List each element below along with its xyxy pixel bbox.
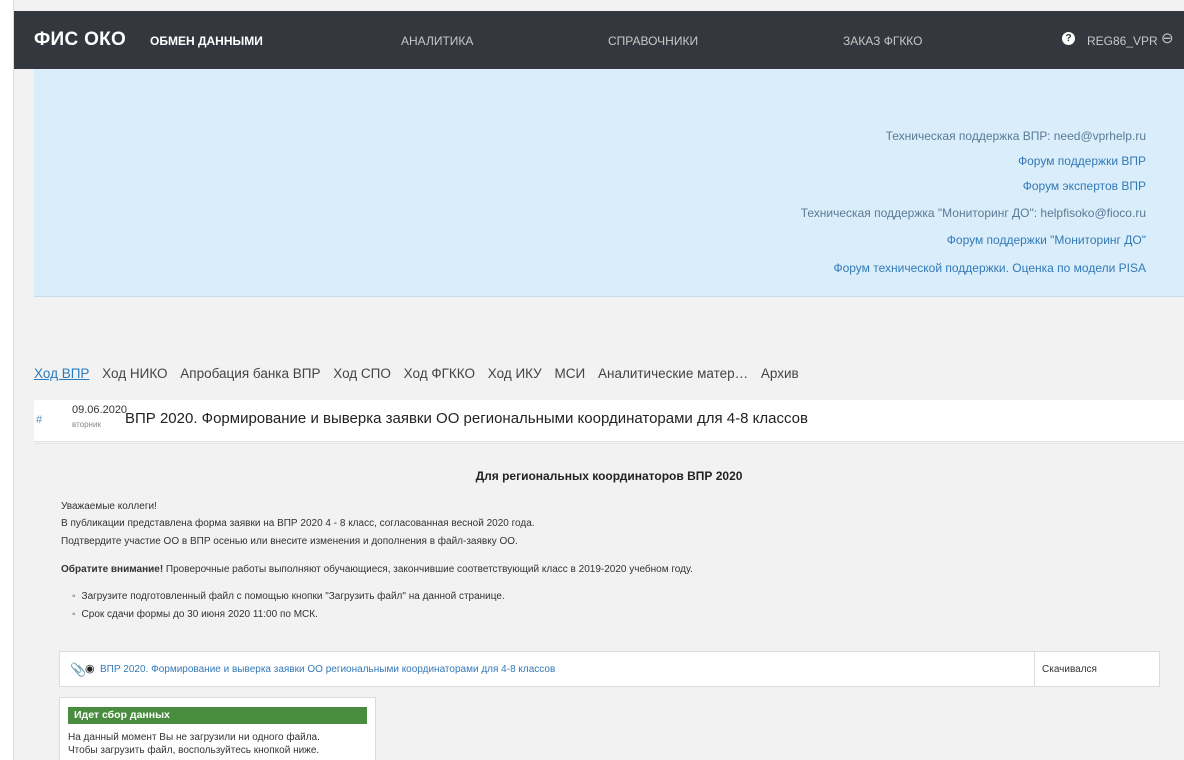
support-info-panel: Техническая поддержка ВПР: need@vprhelp.… bbox=[34, 69, 1184, 297]
publication-content: Для региональных координаторов ВПР 2020 … bbox=[34, 443, 1184, 760]
tab-approbation[interactable]: Апробация банка ВПР bbox=[180, 366, 320, 381]
forum-vpr-support-link[interactable]: Форум поддержки ВПР bbox=[1018, 154, 1146, 168]
forum-monitoring-link[interactable]: Форум поддержки "Мониторинг ДО" bbox=[947, 233, 1146, 247]
tab-hod-fgkko[interactable]: Ход ФГККО bbox=[404, 366, 475, 381]
brand-logo[interactable]: ФИС ОКО bbox=[34, 29, 126, 51]
tab-archive[interactable]: Архив bbox=[761, 366, 799, 381]
greeting-text: Уважаемые коллеги! bbox=[61, 501, 157, 512]
eye-icon[interactable]: ◉ bbox=[85, 662, 95, 675]
tab-msi[interactable]: МСИ bbox=[555, 366, 586, 381]
hash-link-icon[interactable]: # bbox=[36, 414, 42, 426]
tabs-bar: Ход ВПР Ход НИКО Апробация банка ВПР Ход… bbox=[34, 366, 808, 381]
status-badge: Идет сбор данных bbox=[68, 707, 367, 724]
column-divider bbox=[1034, 652, 1035, 686]
publication-date: 09.06.2020 bbox=[72, 404, 128, 416]
tab-hod-niko[interactable]: Ход НИКО bbox=[102, 366, 167, 381]
publication-weekday: вторник bbox=[72, 420, 101, 429]
support-monitoring-email[interactable]: Техническая поддержка "Мониторинг ДО": h… bbox=[801, 206, 1146, 220]
logout-icon[interactable]: ⊖ bbox=[1161, 29, 1174, 47]
download-status: Скачивался bbox=[1042, 664, 1097, 675]
file-row: 📎 ◉ ВПР 2020. Формирование и выверка зая… bbox=[59, 651, 1160, 687]
nav-data-exchange[interactable]: ОБМЕН ДАННЫМИ bbox=[150, 34, 263, 48]
instruction-text: Подтвердите участие ОО в ВПР осенью или … bbox=[61, 536, 518, 547]
tab-hod-iku[interactable]: Ход ИКУ bbox=[488, 366, 542, 381]
publication-header: # 09.06.2020 вторник ВПР 2020. Формирова… bbox=[34, 400, 1184, 442]
nav-fgkko-order[interactable]: ЗАКАЗ ФГККО bbox=[843, 34, 923, 48]
notice-rest: Проверочные работы выполняют обучающиеся… bbox=[163, 564, 693, 575]
collection-message: На данный момент Вы не загрузили ни одно… bbox=[68, 731, 320, 757]
left-edge-strip bbox=[0, 0, 14, 760]
forum-vpr-experts-link[interactable]: Форум экспертов ВПР bbox=[1023, 179, 1146, 193]
description-text: В публикации представлена форма заявки н… bbox=[61, 518, 535, 529]
user-name[interactable]: REG86_VPR bbox=[1087, 34, 1158, 48]
notice-text: Обратите внимание! Проверочные работы вы… bbox=[61, 564, 693, 575]
list-item: Срок сдачи формы до 30 июня 2020 11:00 п… bbox=[72, 609, 318, 620]
paperclip-icon: 📎 bbox=[70, 662, 87, 677]
file-download-link[interactable]: ВПР 2020. Формирование и выверка заявки … bbox=[100, 664, 555, 675]
help-icon[interactable]: ? bbox=[1062, 32, 1075, 45]
nav-directories[interactable]: СПРАВОЧНИКИ bbox=[608, 34, 698, 48]
notice-bold: Обратите внимание! bbox=[61, 564, 164, 575]
content-heading: Для региональных координаторов ВПР 2020 bbox=[475, 469, 743, 483]
publication-title: ВПР 2020. Формирование и выверка заявки … bbox=[125, 410, 808, 427]
forum-pisa-link[interactable]: Форум технической поддержки. Оценка по м… bbox=[833, 261, 1146, 275]
data-collection-box: Идет сбор данных На данный момент Вы не … bbox=[59, 697, 376, 760]
tab-hod-spo[interactable]: Ход СПО bbox=[333, 366, 391, 381]
tab-analytics-materials[interactable]: Аналитические матер… bbox=[598, 366, 748, 381]
collection-message-line1: На данный момент Вы не загрузили ни одно… bbox=[68, 732, 320, 743]
list-item: Загрузите подготовленный файл с помощью … bbox=[72, 591, 505, 602]
support-vpr-email[interactable]: Техническая поддержка ВПР: need@vprhelp.… bbox=[886, 129, 1146, 143]
top-navbar: ФИС ОКО ОБМЕН ДАННЫМИ АНАЛИТИКА СПРАВОЧН… bbox=[14, 11, 1184, 69]
collection-message-line2: Чтобы загрузить файл, воспользуйтесь кно… bbox=[68, 745, 320, 756]
nav-analytics[interactable]: АНАЛИТИКА bbox=[401, 34, 473, 48]
tab-hod-vpr[interactable]: Ход ВПР bbox=[34, 366, 89, 381]
app-window: ФИС ОКО ОБМЕН ДАННЫМИ АНАЛИТИКА СПРАВОЧН… bbox=[14, 0, 1184, 760]
